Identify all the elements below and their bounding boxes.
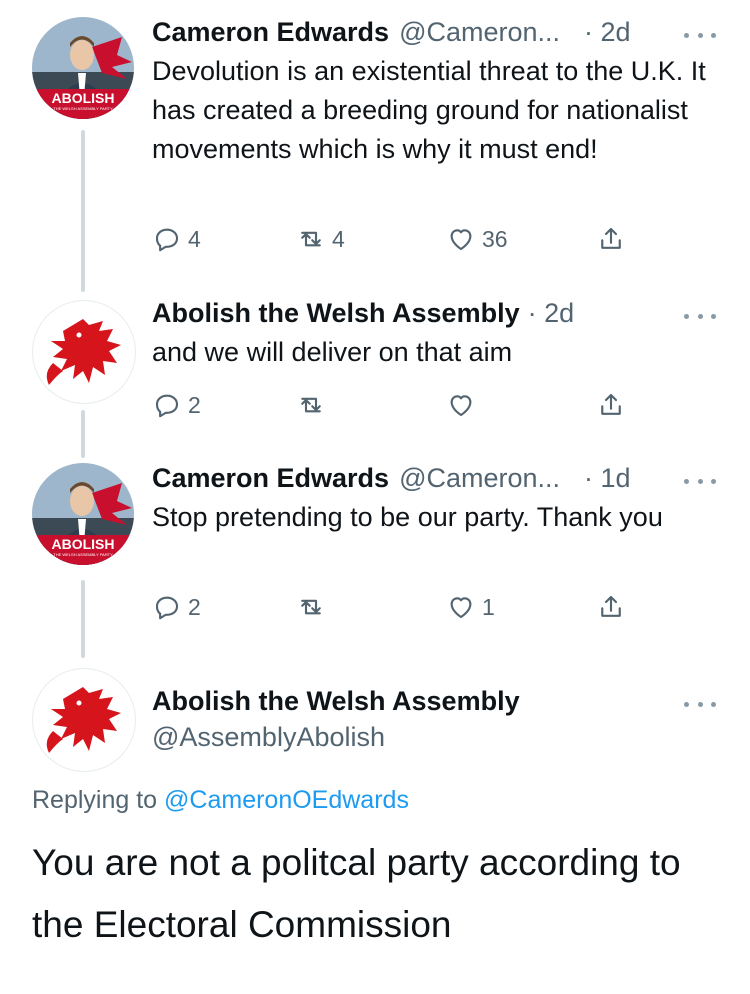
tweet-text: Stop pretending to be our party. Thank y… [152, 502, 663, 532]
retweet-button[interactable] [296, 590, 332, 624]
tweet-header: Abolish the Welsh Assembly · 2d [152, 298, 574, 329]
display-name[interactable]: Abolish the Welsh Assembly [152, 686, 520, 717]
avatar-cameron[interactable]: ABOLISH THE WELSH ASSEMBLY PARTY [32, 463, 134, 565]
avatar-banner-text: ABOLISH [51, 90, 115, 106]
share-button[interactable] [596, 590, 626, 624]
like-button[interactable]: 36 [446, 222, 508, 256]
thread-line [81, 410, 85, 458]
tweet-header: Cameron Edwards @Cameron... · 2d [152, 17, 631, 48]
retweet-button[interactable] [296, 388, 332, 422]
more-icon[interactable] [684, 310, 716, 322]
reply-count: 2 [188, 593, 201, 620]
like-icon [450, 395, 472, 417]
tweet-text: and we will deliver on that aim [152, 337, 513, 367]
timestamp[interactable]: · 2d [528, 298, 575, 329]
tweet-header: Cameron Edwards @Cameron... · 1d [152, 463, 631, 494]
timestamp[interactable]: · 2d [584, 17, 631, 48]
dragon-icon [46, 687, 121, 753]
retweet-icon [301, 397, 321, 413]
user-handle[interactable]: @Cameron... [399, 463, 560, 494]
thread-line [81, 580, 85, 658]
display-name[interactable]: Cameron Edwards [152, 17, 389, 48]
avatar-banner-subtext: THE WELSH ASSEMBLY PARTY [53, 106, 113, 111]
replying-context: Replying to @CameronOEdwards [32, 786, 409, 815]
like-count: 36 [482, 225, 508, 252]
avatar-banner-text: ABOLISH [51, 536, 115, 552]
share-icon [601, 595, 621, 617]
display-name[interactable]: Abolish the Welsh Assembly [152, 298, 520, 329]
avatar-cameron[interactable]: ABOLISH THE WELSH ASSEMBLY PARTY [32, 17, 134, 119]
timestamp[interactable]: · 1d [584, 463, 631, 494]
thread-line [81, 130, 85, 292]
like-count: 1 [482, 593, 495, 620]
like-icon [450, 229, 472, 251]
reply-button[interactable]: 2 [152, 388, 201, 422]
replying-to-link[interactable]: @CameronOEdwards [164, 786, 409, 814]
reply-button[interactable]: 2 [152, 590, 201, 624]
dragon-icon [46, 319, 121, 385]
retweet-icon [301, 599, 321, 615]
tweet-text: Devolution is an existential threat to t… [152, 56, 706, 164]
share-button[interactable] [596, 388, 626, 422]
like-button[interactable]: 1 [446, 590, 495, 624]
retweet-button[interactable]: 4 [296, 222, 345, 256]
share-icon [601, 227, 621, 249]
reply-icon [155, 394, 179, 418]
avatar-abolish[interactable] [32, 668, 136, 772]
main-tweet-text: You are not a politcal party according t… [32, 842, 681, 945]
reply-count: 2 [188, 391, 201, 418]
share-button[interactable] [596, 222, 626, 256]
like-icon [450, 597, 472, 619]
share-icon [601, 393, 621, 415]
more-icon[interactable] [684, 29, 716, 41]
avatar-banner-subtext: THE WELSH ASSEMBLY PARTY [53, 552, 113, 557]
reply-icon [155, 228, 179, 252]
reply-button[interactable]: 4 [152, 222, 201, 256]
more-icon[interactable] [684, 475, 716, 487]
more-icon[interactable] [684, 698, 716, 710]
display-name[interactable]: Cameron Edwards [152, 463, 389, 494]
like-button[interactable] [446, 388, 482, 422]
retweet-count: 4 [332, 225, 345, 252]
avatar-abolish[interactable] [32, 300, 136, 404]
reply-count: 4 [188, 225, 201, 252]
reply-icon [155, 596, 179, 620]
retweet-icon [301, 231, 321, 247]
user-handle[interactable]: @AssemblyAbolish [152, 722, 385, 753]
replying-prefix: Replying to [32, 786, 158, 814]
user-handle[interactable]: @Cameron... [399, 17, 560, 48]
